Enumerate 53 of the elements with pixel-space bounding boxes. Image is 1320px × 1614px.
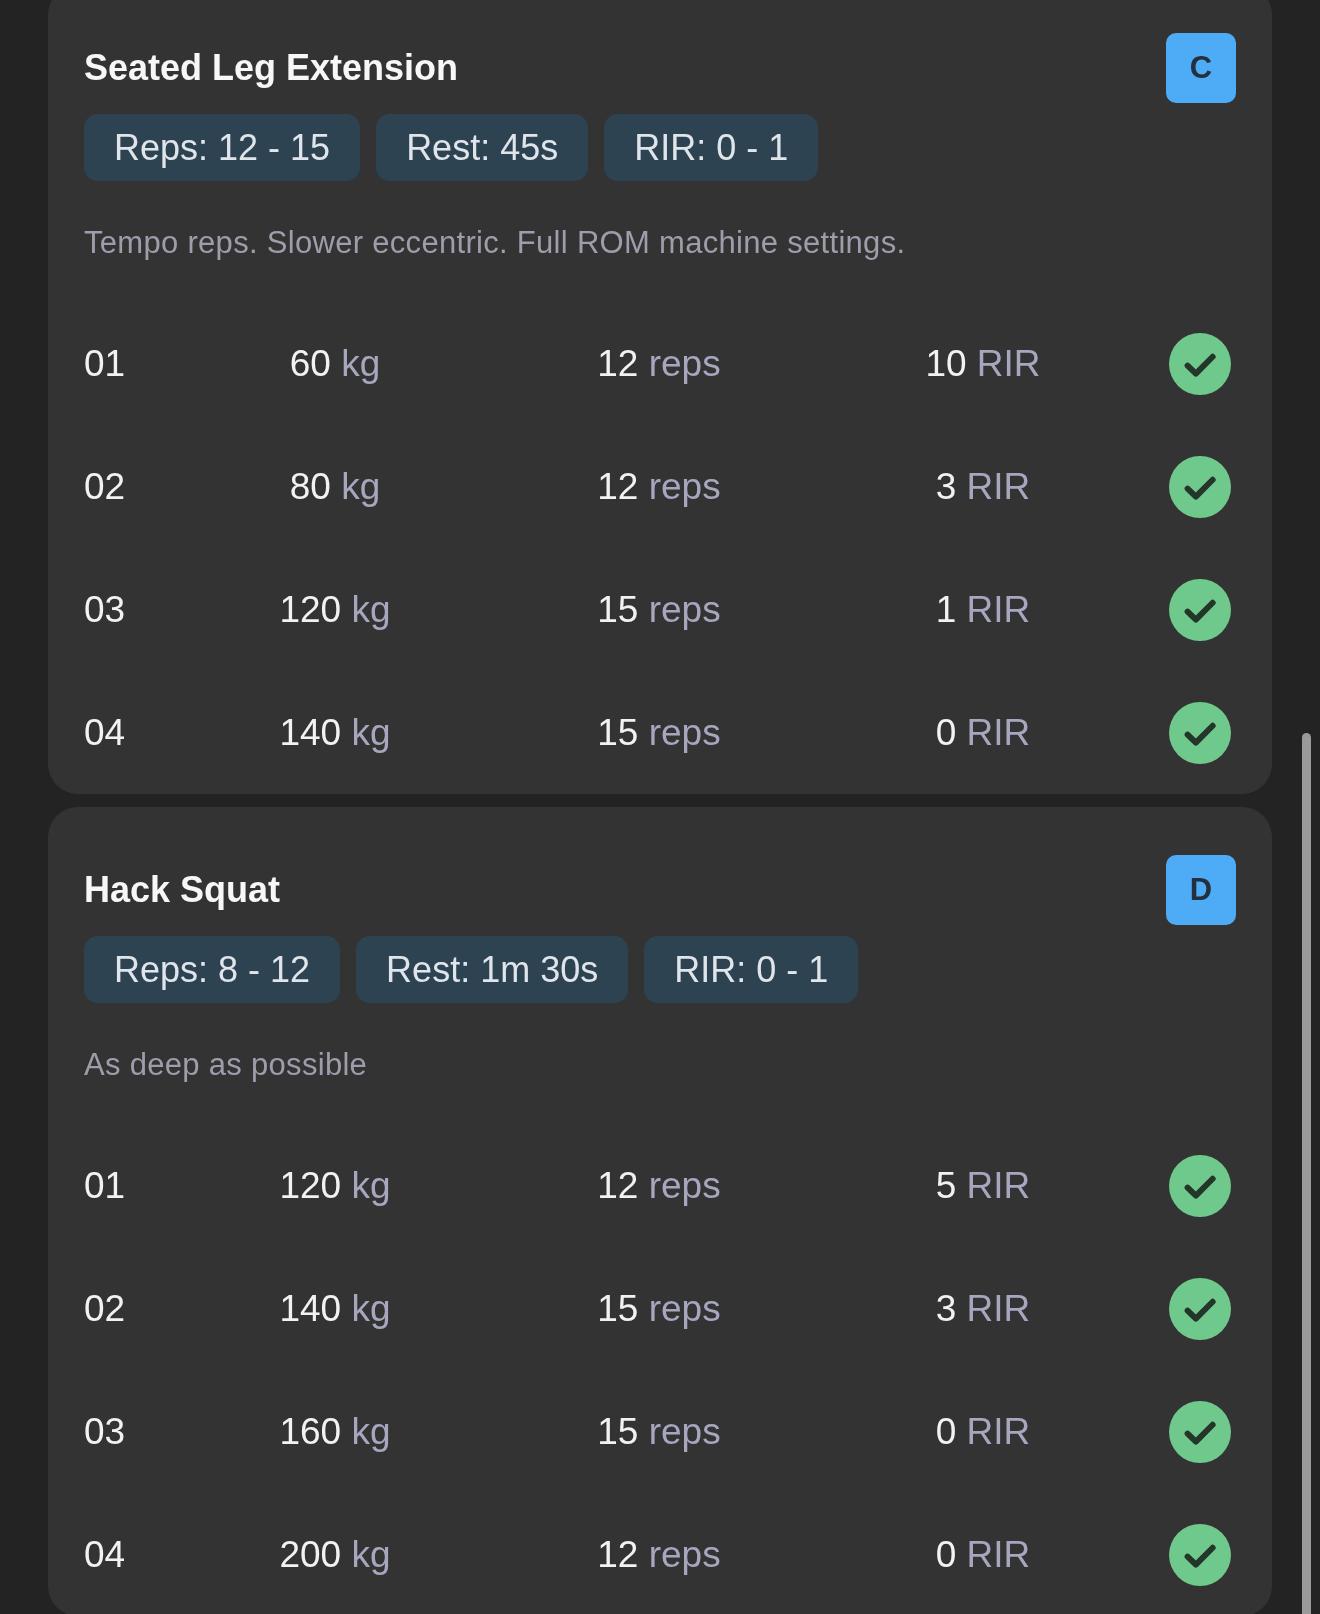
set-number: 01 — [84, 1164, 127, 1207]
check-circle-icon[interactable] — [1169, 1277, 1231, 1340]
exercise-title: Hack Squat — [84, 868, 281, 912]
weight-value: 60 kg — [289, 342, 381, 385]
exercise-title: Seated Leg Extension — [84, 46, 459, 90]
check-circle-icon[interactable] — [1169, 701, 1231, 764]
set-number: 04 — [84, 711, 127, 754]
letter-badge: D — [1166, 855, 1236, 925]
check-circle-icon[interactable] — [1169, 578, 1231, 641]
info-tag: Rest: 1m 30s — [356, 936, 629, 1003]
info-tag: RIR: 0 - 1 — [644, 936, 859, 1003]
check-circle-icon[interactable] — [1169, 1523, 1231, 1586]
rir-value: 0 RIR — [935, 1533, 1031, 1576]
check-circle-icon[interactable] — [1169, 1154, 1231, 1217]
set-number: 02 — [84, 465, 127, 508]
rir-value: 3 RIR — [935, 1287, 1031, 1330]
set-number: 03 — [84, 1410, 127, 1453]
set-number: 01 — [84, 342, 127, 385]
reps-value: 15 reps — [597, 1287, 721, 1330]
reps-value: 15 reps — [597, 1410, 721, 1453]
reps-value: 12 reps — [597, 1164, 721, 1207]
reps-value: 12 reps — [597, 1533, 721, 1576]
info-tag: Reps: 8 - 12 — [84, 936, 341, 1003]
weight-value: 80 kg — [289, 465, 381, 508]
exercise-note: Tempo reps. Slower eccentric. Full ROM machine settings. — [84, 224, 907, 262]
weight-value: 140 kg — [279, 1287, 391, 1330]
rir-value: 1 RIR — [935, 588, 1031, 631]
set-number: 02 — [84, 1287, 127, 1330]
weight-value: 120 kg — [279, 1164, 391, 1207]
rir-value: 3 RIR — [935, 465, 1031, 508]
weight-value: 120 kg — [279, 588, 391, 631]
scrollbar-thumb[interactable] — [1302, 733, 1311, 1614]
info-tag: RIR: 0 - 1 — [604, 114, 819, 181]
reps-value: 12 reps — [597, 342, 721, 385]
set-number: 03 — [84, 588, 127, 631]
letter-badge: C — [1166, 33, 1236, 103]
check-circle-icon[interactable] — [1169, 455, 1231, 518]
set-number: 04 — [84, 1533, 127, 1576]
exercise-note: As deep as possible — [84, 1046, 369, 1084]
info-tag: Rest: 45s — [376, 114, 589, 181]
rir-value: 5 RIR — [935, 1164, 1031, 1207]
reps-value: 12 reps — [597, 465, 721, 508]
reps-value: 15 reps — [597, 711, 721, 754]
check-circle-icon[interactable] — [1169, 1400, 1231, 1463]
check-circle-icon[interactable] — [1169, 332, 1231, 395]
weight-value: 160 kg — [279, 1410, 391, 1453]
rir-value: 0 RIR — [935, 711, 1031, 754]
rir-value: 0 RIR — [935, 1410, 1031, 1453]
reps-value: 15 reps — [597, 588, 721, 631]
info-tag: Reps: 12 - 15 — [84, 114, 361, 181]
rir-value: 10 RIR — [925, 342, 1041, 385]
weight-value: 200 kg — [279, 1533, 391, 1576]
weight-value: 140 kg — [279, 711, 391, 754]
